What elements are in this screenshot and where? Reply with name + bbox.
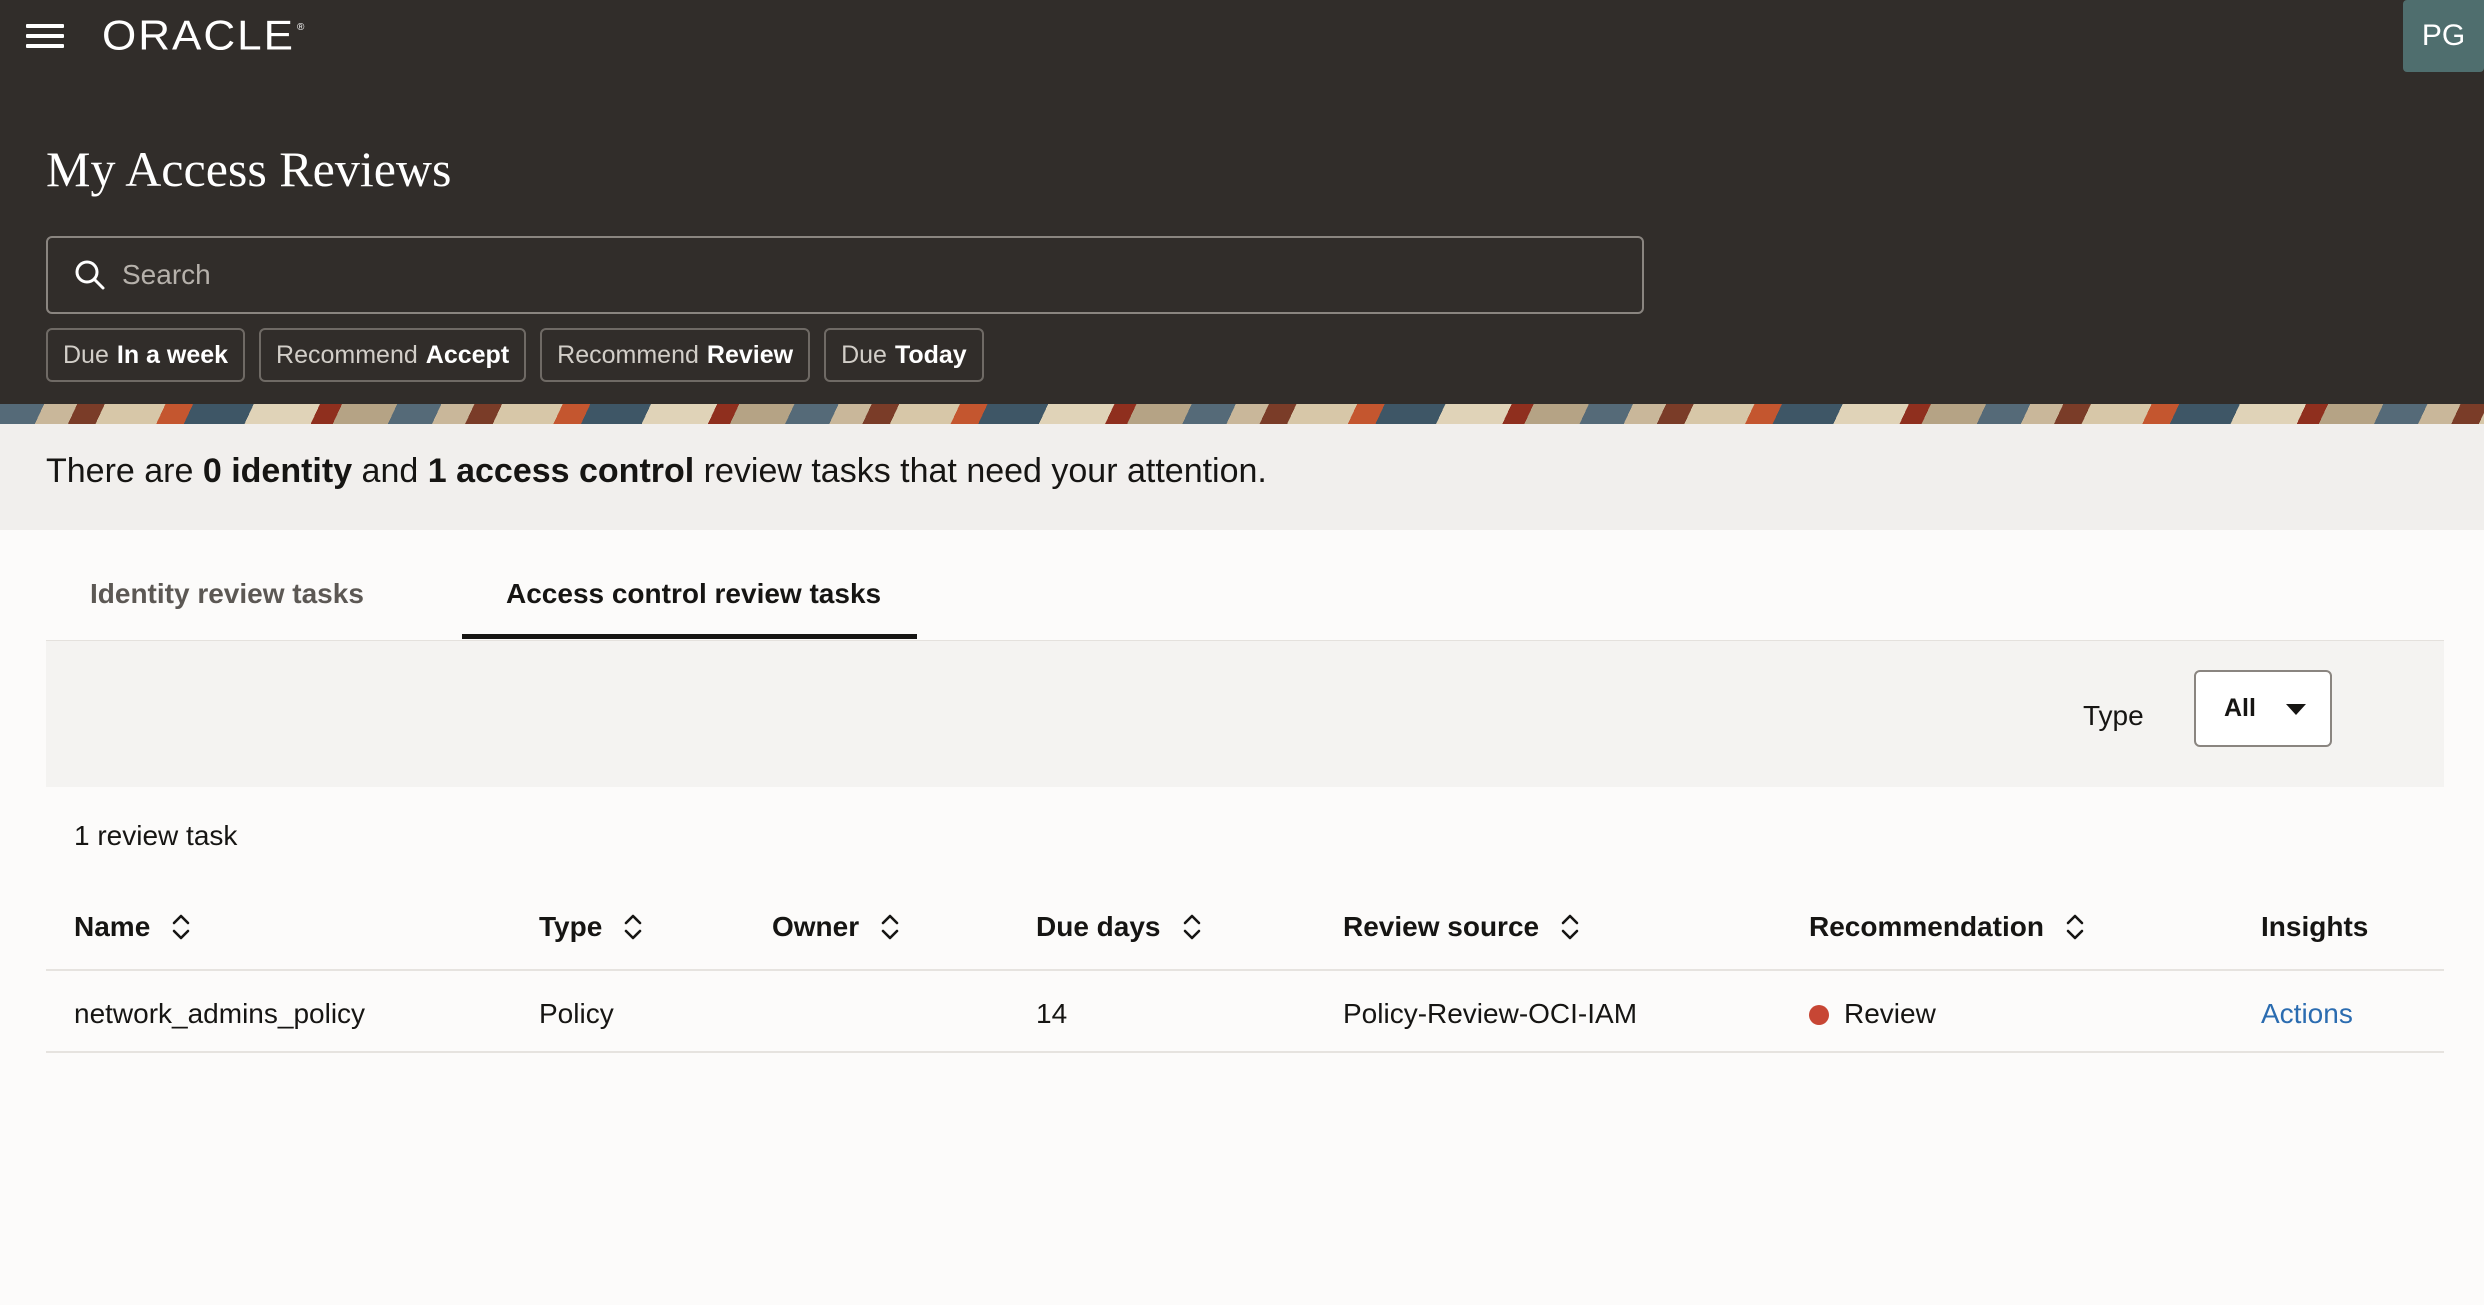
type-filter-label: Type: [2083, 700, 2144, 731]
cell-name[interactable]: network_admins_policy: [74, 998, 365, 1030]
row-divider: [46, 1051, 2444, 1053]
page-header: ORACLE ® PG My Access Reviews Due In a w…: [0, 0, 2484, 404]
chip-recommend-review[interactable]: Recommend Review: [540, 328, 811, 382]
quick-filter-chips: Due In a week Recommend Accept Recommend…: [46, 328, 984, 382]
chip-due-today[interactable]: Due Today: [824, 328, 984, 382]
sort-icon[interactable]: [2064, 912, 2086, 942]
search-input[interactable]: [122, 245, 1642, 305]
summary-text: There are 0 identity and 1 access contro…: [46, 452, 1267, 490]
type-filter-select[interactable]: All: [2194, 670, 2332, 747]
column-header-name[interactable]: Name: [74, 911, 192, 943]
cell-review-source: Policy-Review-OCI-IAM: [1343, 998, 1638, 1029]
header-row-divider: [46, 969, 2444, 971]
summary-bar: There are 0 identity and 1 access contro…: [0, 424, 2484, 530]
selected-tab-indicator: [462, 634, 917, 639]
review-status-dot-icon: [1809, 1005, 1829, 1025]
sort-icon[interactable]: [622, 912, 644, 942]
decorative-banner: [0, 404, 2484, 424]
column-header-type[interactable]: Type: [539, 911, 644, 943]
column-header-insights: Insights: [2261, 911, 2369, 942]
sort-icon[interactable]: [879, 912, 901, 942]
caret-down-icon: [2286, 704, 2306, 715]
column-header-recommendation[interactable]: Recommendation: [1809, 911, 2086, 943]
cell-type: Policy: [539, 998, 614, 1029]
cell-due-days: 14: [1036, 998, 1068, 1029]
actions-link[interactable]: Actions: [2261, 998, 2353, 1030]
type-filter-value: All: [2224, 694, 2256, 722]
column-header-owner[interactable]: Owner: [772, 911, 901, 943]
sort-icon[interactable]: [1559, 912, 1581, 942]
search-icon: [75, 260, 105, 290]
oracle-logo[interactable]: ORACLE ®: [102, 8, 304, 64]
chip-due-in-a-week[interactable]: Due In a week: [46, 328, 246, 382]
cell-recommendation: Review: [1809, 998, 1936, 1030]
page-title: My Access Reviews: [46, 141, 452, 197]
chip-recommend-accept[interactable]: Recommend Accept: [259, 328, 527, 382]
search-box[interactable]: [46, 236, 1644, 314]
user-avatar[interactable]: PG: [2403, 0, 2484, 72]
column-header-review-source[interactable]: Review source: [1343, 911, 1581, 943]
hamburger-menu-icon[interactable]: [26, 22, 64, 50]
results-count: 1 review task: [74, 820, 238, 851]
tab-identity-review-tasks[interactable]: Identity review tasks: [90, 578, 364, 610]
sort-icon[interactable]: [170, 912, 192, 942]
column-header-due-days[interactable]: Due days: [1036, 911, 1203, 943]
tab-access-control-review-tasks[interactable]: Access control review tasks: [506, 578, 881, 610]
sort-icon[interactable]: [1181, 912, 1203, 942]
